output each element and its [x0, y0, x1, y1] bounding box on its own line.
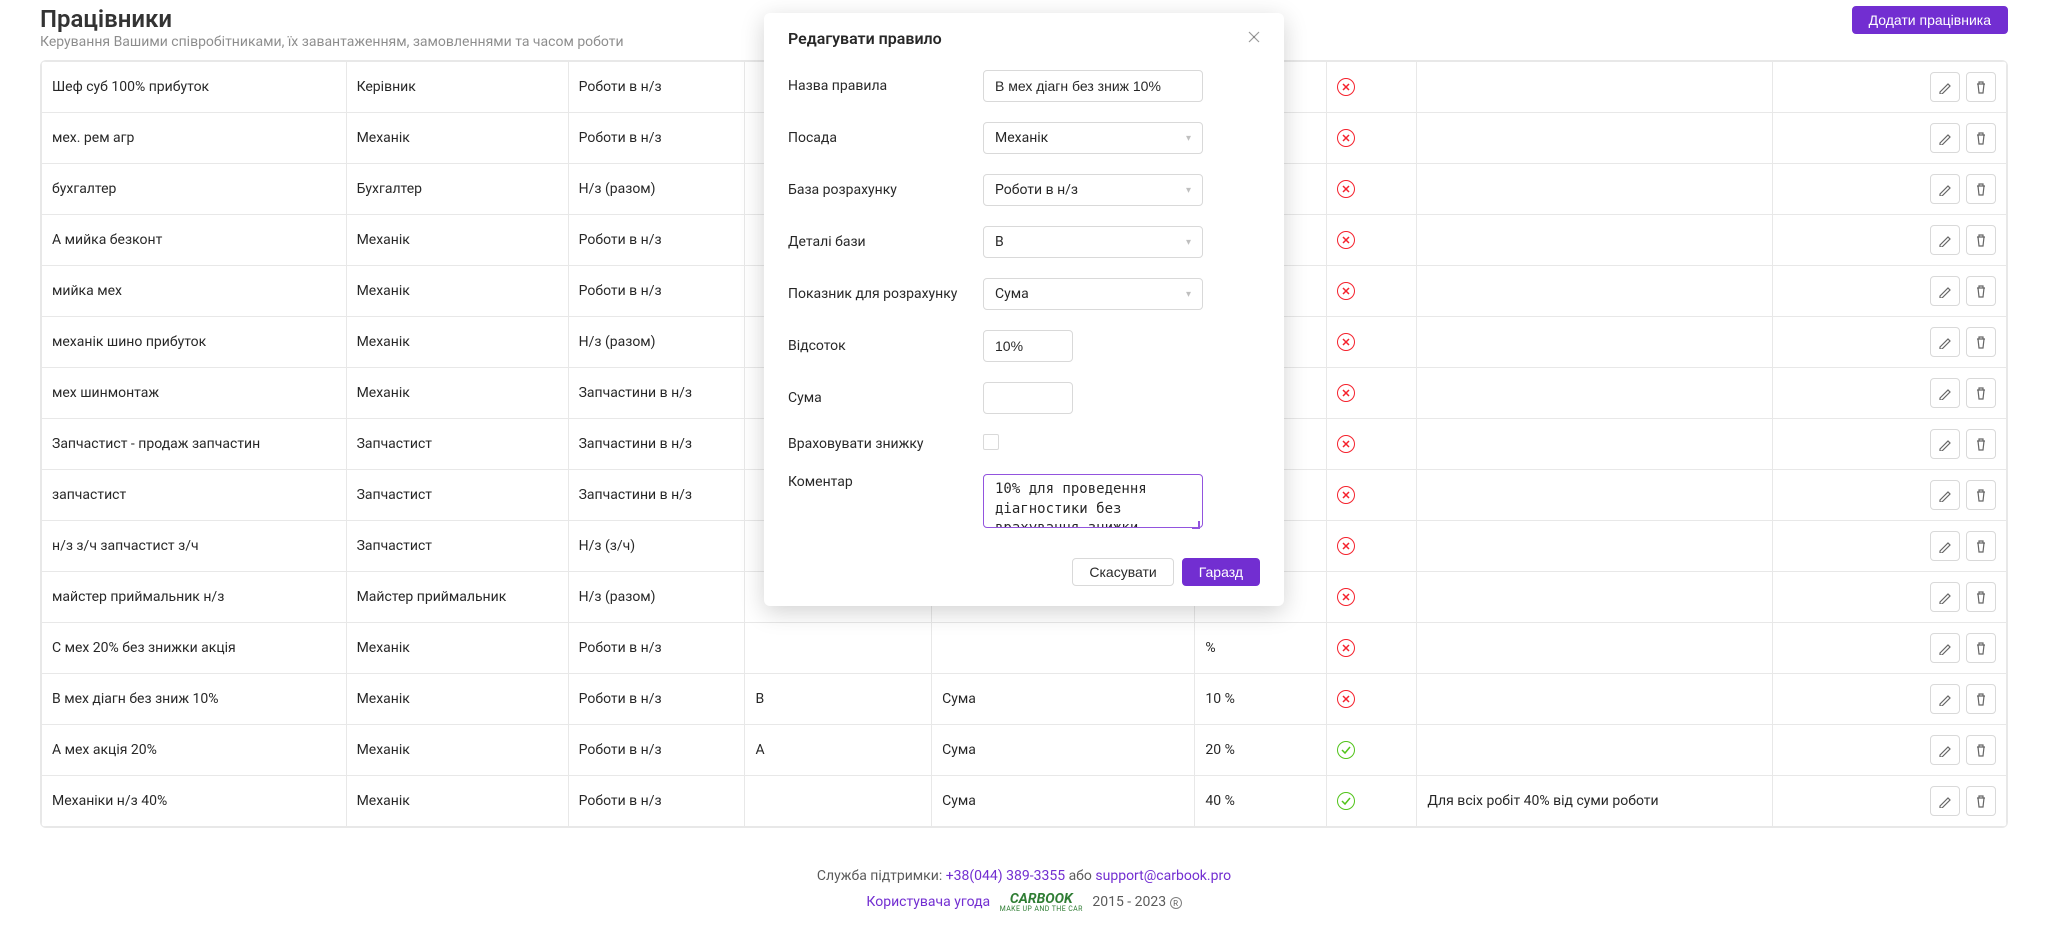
close-icon[interactable] — [1248, 30, 1260, 48]
base-select[interactable]: Роботи в н/з ▾ — [983, 174, 1203, 206]
detail-select[interactable]: В ▾ — [983, 226, 1203, 258]
chevron-down-icon: ▾ — [1186, 133, 1191, 144]
label-discount: Враховувати знижку — [788, 436, 983, 452]
label-metric: Показник для розрахунку — [788, 286, 983, 302]
chevron-down-icon: ▾ — [1186, 237, 1191, 248]
base-select-value: Роботи в н/з — [995, 182, 1078, 198]
discount-checkbox[interactable] — [983, 434, 999, 450]
position-select[interactable]: Механік ▾ — [983, 122, 1203, 154]
chevron-down-icon: ▾ — [1186, 289, 1191, 300]
label-rule-name: Назва правила — [788, 78, 983, 94]
sum-input[interactable] — [983, 382, 1073, 414]
modal-title: Редагувати правило — [788, 29, 942, 48]
edit-rule-modal: Редагувати правило Назва правила Посада … — [764, 13, 1284, 606]
metric-select[interactable]: Сума ▾ — [983, 278, 1203, 310]
comment-textarea[interactable] — [983, 474, 1203, 528]
percent-input[interactable] — [983, 330, 1073, 362]
rule-name-input[interactable] — [983, 70, 1203, 102]
label-position: Посада — [788, 130, 983, 146]
position-select-value: Механік — [995, 130, 1048, 146]
label-percent: Відсоток — [788, 338, 983, 354]
label-detail: Деталі бази — [788, 234, 983, 250]
label-base: База розрахунку — [788, 182, 983, 198]
detail-select-value: В — [995, 234, 1004, 250]
label-sum: Сума — [788, 390, 983, 406]
ok-button[interactable]: Гаразд — [1182, 558, 1260, 586]
label-comment: Коментар — [788, 474, 983, 490]
chevron-down-icon: ▾ — [1186, 185, 1191, 196]
metric-select-value: Сума — [995, 286, 1029, 302]
cancel-button[interactable]: Скасувати — [1072, 558, 1173, 586]
